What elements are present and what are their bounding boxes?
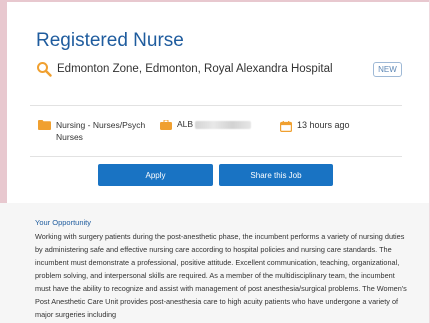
calendar-icon <box>280 121 292 132</box>
share-job-button[interactable]: Share this Job <box>219 164 333 186</box>
briefcase-icon <box>160 120 172 130</box>
search-pin-icon <box>37 62 52 77</box>
category-label: Nursing - Nurses/Psych Nurses <box>56 120 146 142</box>
posted-label: 13 hours ago <box>297 120 350 130</box>
posted-date: 13 hours ago <box>280 120 350 132</box>
job-title: Registered Nurse <box>36 30 184 51</box>
job-id: ALB <box>160 119 252 130</box>
apply-button[interactable]: Apply <box>98 164 213 186</box>
job-description: Working with surgery patients during the… <box>35 232 407 319</box>
job-id-redacted <box>195 121 252 129</box>
job-id-prefix: ALB <box>177 119 194 129</box>
folder-icon <box>38 120 51 130</box>
location-text: Edmonton Zone, Edmonton, Royal Alexandra… <box>57 63 333 75</box>
job-category: Nursing - Nurses/Psych Nurses <box>38 119 156 143</box>
opportunity-heading: Your Opportunity <box>35 218 92 227</box>
divider <box>30 105 402 106</box>
frame-top-border <box>0 0 430 2</box>
divider <box>30 156 402 157</box>
job-location: Edmonton Zone, Edmonton, Royal Alexandra… <box>36 61 333 77</box>
new-badge: NEW <box>373 62 402 77</box>
